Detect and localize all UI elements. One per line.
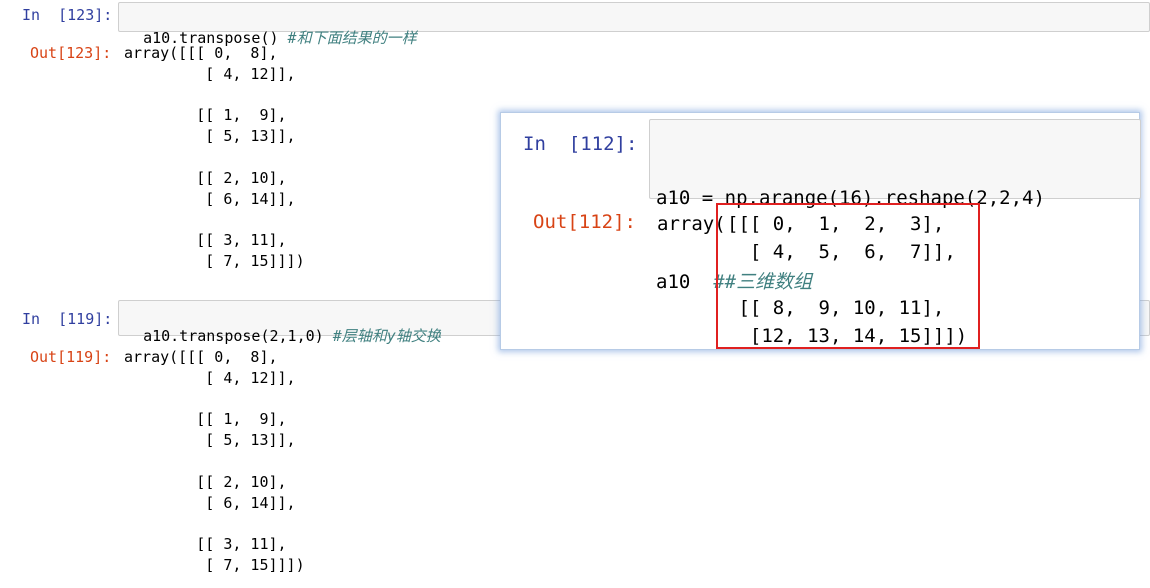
cell-123-out-prompt: Out[123]: bbox=[30, 44, 112, 62]
cell-112-in-prompt: In [112]: bbox=[523, 133, 638, 155]
cell-112-out-prompt: Out[112]: bbox=[533, 211, 636, 233]
cell-112-output-array: [[[ 0, 1, 2, 3], [ 4, 5, 6, 7]], [[ 8, 9… bbox=[727, 213, 968, 347]
cell-119-in-prompt: In [119]: bbox=[22, 310, 113, 328]
cell-119-code: a10.transpose(2,1,0) bbox=[143, 327, 324, 345]
cell-119-out-prompt: Out[119]: bbox=[30, 348, 112, 366]
zoomed-cell-popup: In [112]: a10 = np.arange(16).reshape(2,… bbox=[500, 112, 1141, 350]
cell-123-in-prompt: In [123]: bbox=[22, 6, 113, 24]
cell-123-code-input[interactable]: a10.transpose() #和下面结果的一样 bbox=[118, 2, 1150, 47]
cell-112-output-prefix: array( bbox=[657, 213, 726, 235]
cell-112-code-input[interactable]: a10 = np.arange(16).reshape(2,2,4) a10 #… bbox=[649, 119, 1141, 293]
cell-123-output: array([[[ 0, 8], [ 4, 12]], [[ 1, 9], [ … bbox=[124, 44, 305, 270]
cell-112-code-line1: a10 = np.arange(16).reshape(2,2,4) bbox=[656, 187, 1045, 209]
cell-119-output: array([[[ 0, 8], [ 4, 12]], [[ 1, 9], [ … bbox=[124, 348, 305, 574]
cell-119-comment: #层轴和y轴交换 bbox=[323, 327, 441, 345]
